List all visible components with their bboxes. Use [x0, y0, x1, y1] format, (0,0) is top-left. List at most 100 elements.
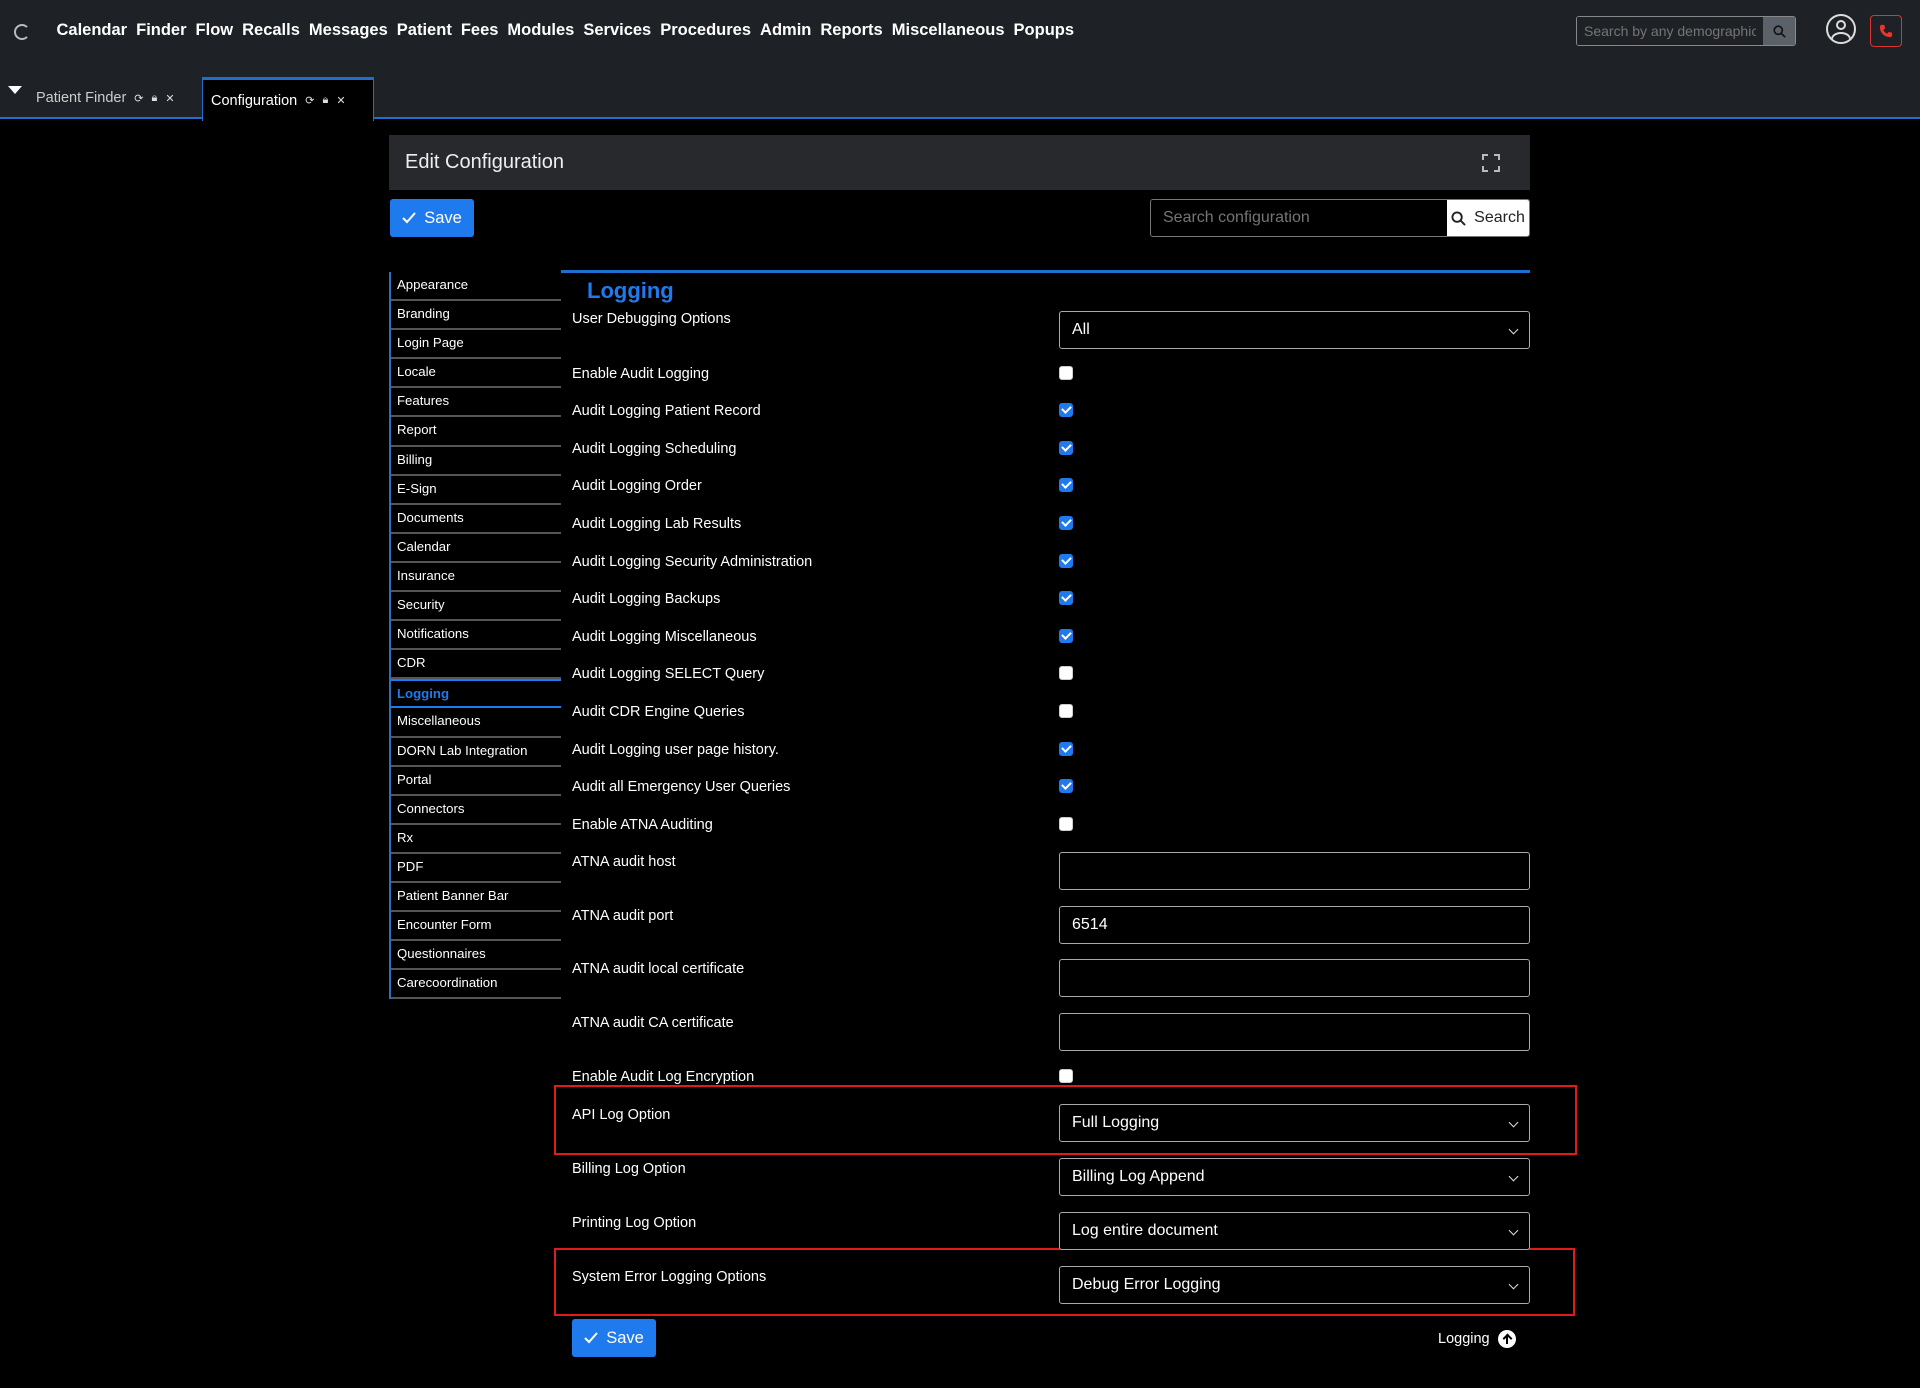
- menu-reports[interactable]: Reports: [816, 21, 887, 40]
- sidebar-item-branding[interactable]: Branding: [391, 301, 561, 331]
- enable-atna-checkbox[interactable]: [1059, 817, 1073, 831]
- setting-label: Audit Logging user page history.: [572, 742, 779, 758]
- sidebar-item-questionnaires[interactable]: Questionnaires: [391, 941, 561, 971]
- sidebar-item-documents[interactable]: Documents: [391, 504, 561, 534]
- save-button-top[interactable]: Save: [390, 199, 474, 237]
- billing-log-option-select[interactable]: Billing Log Append: [1059, 1158, 1530, 1196]
- setting-label: Audit Logging Lab Results: [572, 516, 742, 532]
- sidebar-item-pdf[interactable]: PDF: [391, 853, 561, 883]
- sidebar-item-report[interactable]: Report: [391, 417, 561, 447]
- search-icon: [1772, 24, 1786, 38]
- global-search-input[interactable]: [1577, 17, 1763, 45]
- menu-popups[interactable]: Popups: [1009, 21, 1079, 40]
- save-button-bottom[interactable]: Save: [572, 1319, 656, 1357]
- save-label: Save: [606, 1328, 644, 1347]
- config-search-input[interactable]: [1151, 200, 1447, 236]
- expand-icon[interactable]: [1482, 154, 1500, 172]
- menu-flow[interactable]: Flow: [191, 21, 238, 40]
- sidebar-item-dorn-lab-integration[interactable]: DORN Lab Integration: [391, 737, 561, 767]
- phone-button[interactable]: [1870, 15, 1902, 47]
- setting-label: Printing Log Option: [572, 1215, 697, 1231]
- setting-label: Audit CDR Engine Queries: [572, 704, 745, 720]
- tab-patient-finder[interactable]: Patient Finder ⟳ 🔒︎ ✕: [28, 77, 183, 119]
- lock-icon[interactable]: 🔒︎: [322, 94, 328, 107]
- close-icon[interactable]: ✕: [336, 94, 345, 107]
- sidebar-item-features[interactable]: Features: [391, 388, 561, 418]
- audit-order-checkbox[interactable]: [1059, 478, 1073, 492]
- user-debugging-select[interactable]: All: [1059, 311, 1530, 349]
- menu-admin[interactable]: Admin: [756, 21, 816, 40]
- setting-label: Enable Audit Log Encryption: [572, 1069, 755, 1085]
- audit-backups-checkbox[interactable]: [1059, 591, 1073, 605]
- user-avatar-icon[interactable]: [1826, 14, 1856, 44]
- sidebar-item-login-page[interactable]: Login Page: [391, 330, 561, 360]
- sidebar-item-insurance[interactable]: Insurance: [391, 562, 561, 593]
- menu-procedures[interactable]: Procedures: [656, 21, 756, 40]
- menu-modules[interactable]: Modules: [503, 21, 579, 40]
- setting-label: Enable ATNA Auditing: [572, 817, 713, 833]
- menu-services[interactable]: Services: [579, 21, 656, 40]
- atna-local-cert-input[interactable]: [1059, 959, 1530, 997]
- sidebar-item-locale[interactable]: Locale: [391, 359, 561, 389]
- audit-emergency-user-checkbox[interactable]: [1059, 779, 1073, 793]
- sidebar-item-logging[interactable]: Logging: [391, 679, 561, 709]
- chevron-down-icon: [1508, 1171, 1519, 1182]
- refresh-icon[interactable]: ⟳: [134, 92, 143, 105]
- audit-cdr-engine-checkbox[interactable]: [1059, 704, 1073, 718]
- menu-patient[interactable]: Patient: [392, 21, 456, 40]
- sidebar-item-carecoordination[interactable]: Carecoordination: [391, 970, 561, 1000]
- sidebar-item-rx[interactable]: Rx: [391, 824, 561, 854]
- audit-miscellaneous-checkbox[interactable]: [1059, 629, 1073, 643]
- sidebar-item-patient-banner-bar[interactable]: Patient Banner Bar: [391, 882, 561, 913]
- audit-scheduling-checkbox[interactable]: [1059, 441, 1073, 455]
- close-icon[interactable]: ✕: [165, 92, 174, 105]
- global-search-button[interactable]: [1763, 17, 1795, 45]
- sidebar-item-calendar[interactable]: Calendar: [391, 533, 561, 563]
- refresh-icon[interactable]: ⟳: [305, 94, 314, 107]
- lock-icon[interactable]: 🔒︎: [152, 92, 158, 105]
- sidebar-item-portal[interactable]: Portal: [391, 766, 561, 796]
- config-search: Search: [1150, 199, 1530, 237]
- sidebar-item-notifications[interactable]: Notifications: [391, 621, 561, 651]
- main-menu: Calendar Finder Flow Recalls Messages Pa…: [52, 21, 1079, 40]
- sidebar-item-e-sign[interactable]: E-Sign: [391, 475, 561, 505]
- audit-user-page-history-checkbox[interactable]: [1059, 742, 1073, 756]
- audit-lab-results-checkbox[interactable]: [1059, 516, 1073, 530]
- config-search-button[interactable]: Search: [1447, 200, 1529, 236]
- enable-audit-logging-checkbox[interactable]: [1059, 366, 1073, 380]
- sidebar-item-connectors[interactable]: Connectors: [391, 795, 561, 825]
- menu-fees[interactable]: Fees: [456, 21, 503, 40]
- sidebar-item-security[interactable]: Security: [391, 592, 561, 622]
- atna-ca-cert-input[interactable]: [1059, 1013, 1530, 1051]
- menu-messages[interactable]: Messages: [304, 21, 392, 40]
- sidebar-item-appearance[interactable]: Appearance: [391, 272, 561, 302]
- menu-calendar[interactable]: Calendar: [52, 21, 132, 40]
- sidebar-item-encounter-form[interactable]: Encounter Form: [391, 912, 561, 942]
- atna-port-input[interactable]: 6514: [1059, 906, 1530, 944]
- api-log-option-select[interactable]: Full Logging: [1059, 1104, 1530, 1142]
- atna-host-input[interactable]: [1059, 852, 1530, 890]
- system-error-logging-select[interactable]: Debug Error Logging: [1059, 1266, 1530, 1304]
- printing-log-option-select[interactable]: Log entire document: [1059, 1212, 1530, 1250]
- menu-finder[interactable]: Finder: [132, 21, 191, 40]
- phone-icon: [1879, 24, 1893, 38]
- menu-recalls[interactable]: Recalls: [238, 21, 305, 40]
- audit-select-query-checkbox[interactable]: [1059, 666, 1073, 680]
- audit-patient-record-checkbox[interactable]: [1059, 403, 1073, 417]
- back-to-top-link[interactable]: Logging: [1438, 1330, 1516, 1348]
- sidebar-item-billing[interactable]: Billing: [391, 446, 561, 476]
- setting-label: Enable Audit Logging: [572, 366, 710, 382]
- tab-configuration[interactable]: Configuration ⟳ 🔒︎ ✕: [202, 77, 374, 121]
- chevron-down-icon: [1508, 324, 1519, 335]
- audit-log-encryption-checkbox[interactable]: [1059, 1069, 1073, 1083]
- check-icon: [402, 212, 416, 224]
- sidebar-item-cdr[interactable]: CDR: [391, 650, 561, 680]
- tab-label: Patient Finder: [36, 90, 127, 106]
- tab-menu-caret-icon[interactable]: [8, 86, 22, 94]
- search-icon: [1451, 210, 1466, 226]
- app-logo-icon[interactable]: [14, 24, 30, 40]
- menu-miscellaneous[interactable]: Miscellaneous: [887, 21, 1009, 40]
- search-button-label: Search: [1474, 209, 1525, 226]
- audit-security-admin-checkbox[interactable]: [1059, 554, 1073, 568]
- sidebar-item-miscellaneous[interactable]: Miscellaneous: [391, 708, 561, 738]
